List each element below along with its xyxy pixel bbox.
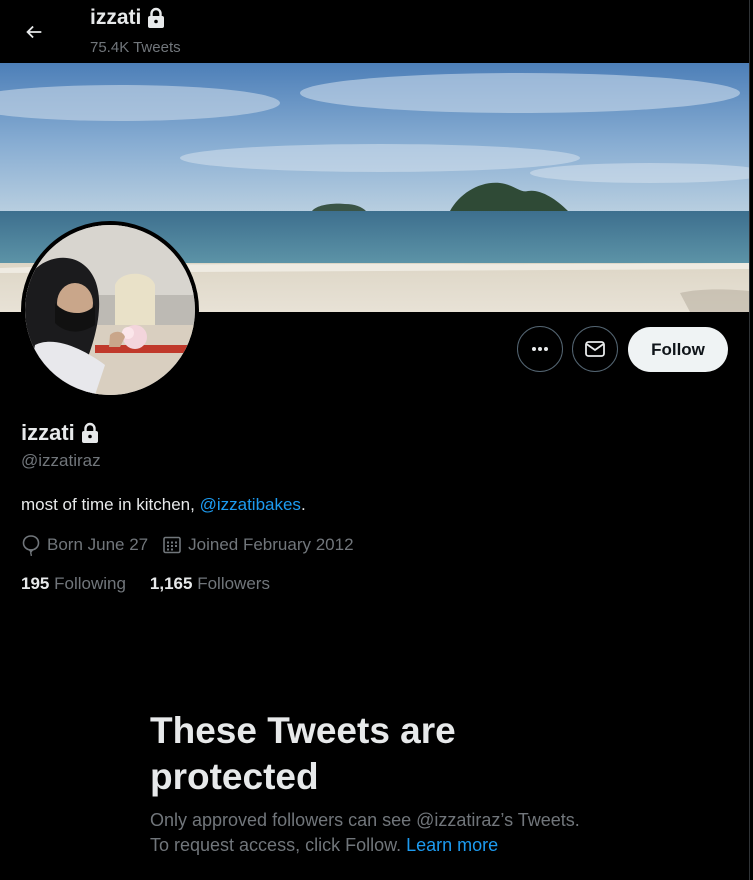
profile-header: izzati 75.4K Tweets	[0, 0, 753, 62]
bio-text: most of time in kitchen,	[21, 495, 200, 514]
protected-description: Only approved followers can see @izzatir…	[150, 808, 610, 858]
calendar-icon	[163, 536, 181, 554]
protected-line-1: Only approved followers can see @izzatir…	[150, 810, 580, 830]
profile-meta: Born June 27 Joined February 2012	[21, 534, 368, 556]
more-icon	[532, 347, 548, 351]
arrow-left-icon	[26, 25, 42, 39]
follow-button[interactable]: Follow	[628, 327, 728, 372]
protected-title: These Tweets are protected	[150, 710, 456, 797]
following-label: Following	[54, 574, 126, 593]
birthday-item: Born June 27	[21, 534, 148, 556]
following-link[interactable]: 195 Following	[21, 574, 126, 594]
profile-bio: most of time in kitchen, @izzatibakes.	[21, 495, 306, 515]
birthday-text: Born June 27	[47, 535, 149, 554]
profile-stats: 195 Following 1,165 Followers	[21, 574, 294, 594]
balloon-icon	[22, 535, 40, 556]
tweet-count: 75.4K Tweets	[90, 39, 181, 56]
mail-icon	[585, 341, 605, 357]
bio-link[interactable]: @izzatibakes	[200, 495, 301, 514]
header-title: izzati	[90, 6, 166, 30]
avatar[interactable]	[21, 221, 199, 399]
profile-handle: @izzatiraz	[21, 451, 101, 470]
display-name: izzati	[21, 420, 75, 445]
followers-link[interactable]: 1,165 Followers	[150, 574, 270, 594]
joined-text: Joined February 2012	[188, 535, 354, 554]
protected-line-2: To request access, click Follow. Learn m…	[150, 833, 610, 858]
lock-icon	[81, 422, 98, 443]
followers-count: 1,165	[149, 574, 193, 593]
profile-name: izzati	[21, 420, 100, 446]
followers-label: Followers	[197, 574, 270, 593]
more-button[interactable]	[517, 326, 563, 372]
back-button[interactable]	[14, 12, 54, 52]
joined-item: Joined February 2012	[162, 535, 354, 555]
learn-more-link[interactable]: Learn more	[406, 835, 498, 855]
lock-icon	[148, 7, 165, 28]
bio-end: .	[300, 495, 306, 514]
following-count: 195	[21, 574, 50, 593]
protected-line-2-text: To request access, click Follow.	[150, 835, 407, 855]
header-name: izzati	[90, 6, 142, 29]
avatar-image	[25, 225, 195, 395]
column-border	[749, 0, 753, 880]
message-button[interactable]	[572, 326, 618, 372]
